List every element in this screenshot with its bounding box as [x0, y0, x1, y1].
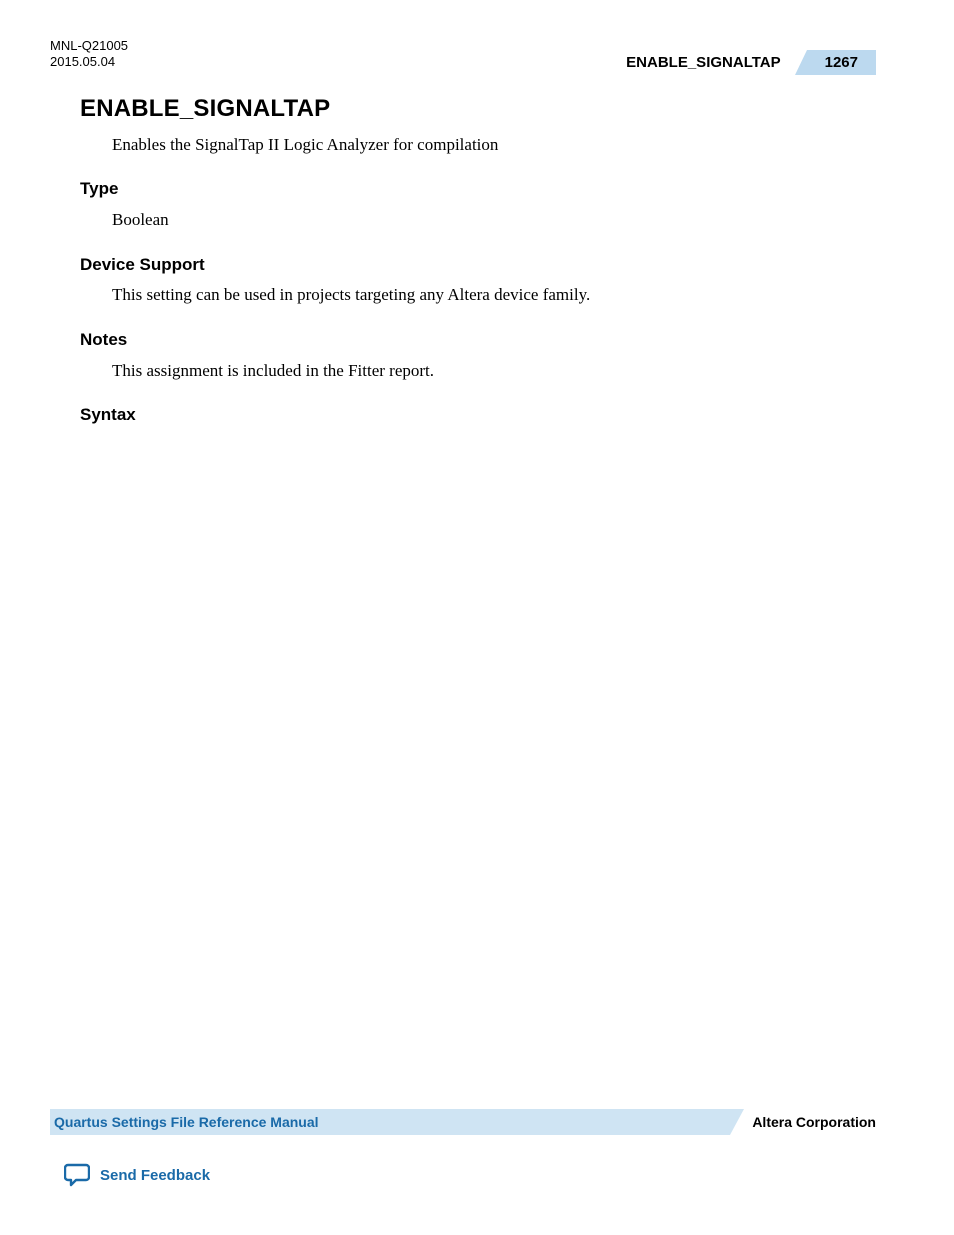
- feedback-row: Send Feedback: [50, 1163, 876, 1187]
- header-divider-slash: [795, 50, 807, 75]
- section-heading-type: Type: [80, 177, 876, 202]
- section-notes: Notes This assignment is included in the…: [80, 328, 876, 383]
- intro-text: Enables the SignalTap II Logic Analyzer …: [112, 133, 876, 158]
- header-meta: MNL-Q21005 2015.05.04: [50, 38, 128, 70]
- send-feedback-link[interactable]: Send Feedback: [100, 1167, 210, 1184]
- footer-manual-link[interactable]: Quartus Settings File Reference Manual: [50, 1114, 319, 1130]
- section-heading-syntax: Syntax: [80, 403, 876, 428]
- footer-company: Altera Corporation: [752, 1109, 876, 1135]
- page: MNL-Q21005 2015.05.04 ENABLE_SIGNALTAP 1…: [0, 0, 954, 1235]
- doc-id: MNL-Q21005: [50, 38, 128, 54]
- section-device-support: Device Support This setting can be used …: [80, 253, 876, 308]
- footer-bar: Quartus Settings File Reference Manual A…: [50, 1109, 876, 1135]
- page-header: MNL-Q21005 2015.05.04 ENABLE_SIGNALTAP 1…: [50, 38, 876, 78]
- page-title: ENABLE_SIGNALTAP: [80, 92, 876, 127]
- section-text-notes: This assignment is included in the Fitte…: [112, 359, 876, 384]
- page-footer: Quartus Settings File Reference Manual A…: [50, 1109, 876, 1187]
- section-text-type: Boolean: [112, 208, 876, 233]
- section-text-device-support: This setting can be used in projects tar…: [112, 283, 876, 308]
- header-right: ENABLE_SIGNALTAP 1267: [626, 50, 876, 75]
- header-section-title: ENABLE_SIGNALTAP: [626, 50, 794, 75]
- page-number-badge: 1267: [807, 50, 876, 75]
- section-syntax: Syntax: [80, 403, 876, 428]
- footer-divider-slash: [730, 1109, 744, 1135]
- section-heading-device-support: Device Support: [80, 253, 876, 278]
- section-type: Type Boolean: [80, 177, 876, 232]
- speech-bubble-icon: [64, 1163, 90, 1187]
- doc-date: 2015.05.04: [50, 54, 128, 70]
- content-body: ENABLE_SIGNALTAP Enables the SignalTap I…: [50, 92, 876, 428]
- section-heading-notes: Notes: [80, 328, 876, 353]
